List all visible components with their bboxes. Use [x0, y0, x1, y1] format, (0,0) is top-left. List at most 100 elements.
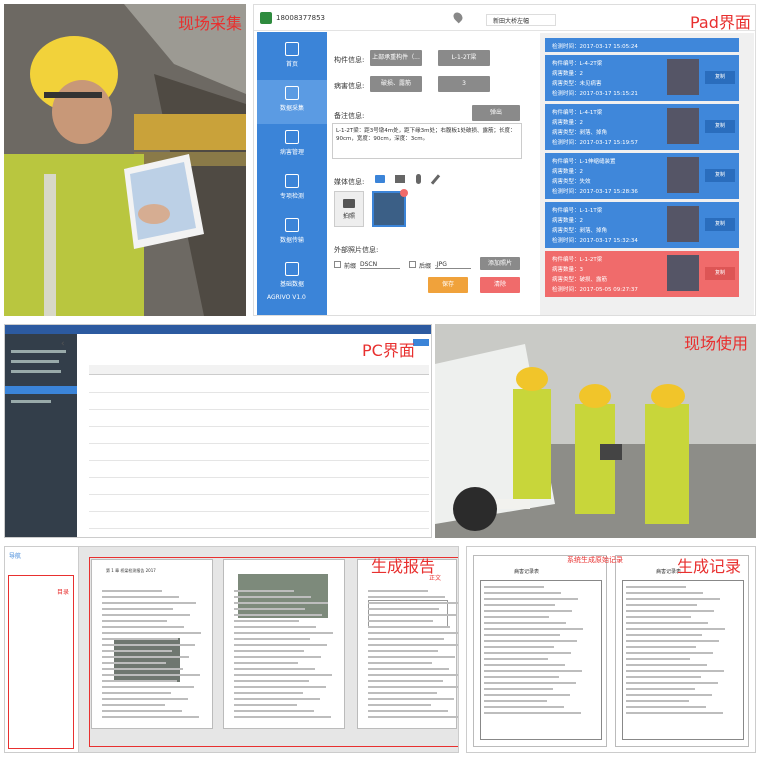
text-line [626, 700, 689, 702]
pc-search-button[interactable] [413, 339, 429, 346]
text-line [626, 592, 703, 594]
pc-sidebar [5, 334, 77, 537]
suffix-input[interactable]: .JPG [435, 261, 471, 269]
table-row[interactable] [89, 496, 429, 512]
book-icon [285, 174, 299, 188]
sidebar-item-transfer[interactable]: 数据传输 [257, 212, 327, 256]
text-line [484, 658, 548, 660]
record-card[interactable]: 构件编号：L-4-2T梁 病害数量：2 病害类型：未见病害 检测时间：2017-03-… [545, 55, 739, 101]
text-line [626, 610, 714, 612]
copy-button[interactable]: 复制 [705, 267, 735, 280]
app-version: AGRIVO V1.0 [267, 294, 306, 301]
sidebar-item-disease[interactable]: 病害管理 [257, 124, 327, 168]
add-photo-button[interactable]: 添加照片 [480, 257, 520, 270]
sidebar-item[interactable] [11, 350, 66, 353]
copy-button[interactable]: 复制 [705, 169, 735, 182]
record-thumbnail [667, 255, 699, 291]
external-photo-label: 外部照片信息: [334, 246, 379, 254]
suffix-label: 后缀 [419, 263, 432, 270]
text-line [484, 700, 547, 702]
save-button[interactable]: 保存 [428, 277, 468, 293]
caption-pad: Pad界面 [690, 13, 751, 32]
disease-count-select[interactable]: 3 [438, 76, 490, 92]
text-line [484, 604, 555, 606]
member-select[interactable]: L-1-2T梁 [438, 50, 490, 66]
text-line [626, 604, 697, 606]
table-row[interactable] [89, 428, 429, 444]
photo-thumbnail[interactable] [372, 189, 408, 227]
remark-popup-button[interactable]: 弹出 [472, 105, 520, 121]
text-line [626, 652, 713, 654]
sidebar-item-special[interactable]: 专项检测 [257, 168, 327, 212]
table-row[interactable] [89, 377, 429, 393]
caption-field-use: 现场使用 [683, 334, 748, 353]
prefix-checkbox[interactable] [334, 261, 341, 268]
brush-icon[interactable] [430, 174, 441, 185]
record-thumbnail [667, 157, 699, 193]
sidebar-item[interactable] [11, 370, 61, 373]
text-line [484, 664, 565, 666]
copy-button[interactable]: 复制 [705, 218, 735, 231]
engineers-roadside-photo [435, 324, 756, 538]
text-line [626, 586, 686, 588]
outline-title: 导航 [9, 553, 22, 560]
table-row[interactable] [89, 445, 429, 461]
cloud-upload-icon [285, 218, 299, 232]
text-line [626, 670, 724, 672]
record-title: 病害记录表 [514, 569, 540, 575]
video-icon[interactable] [395, 175, 405, 183]
text-line [484, 646, 554, 648]
disease-icon [285, 130, 299, 144]
sidebar-item-home[interactable]: 首页 [257, 36, 327, 80]
record-card[interactable]: 构件编号：L-1伸缩缝装置 病害数量：2 病害类型：失效 检测时间：2017-03-1… [545, 153, 739, 199]
camera-icon[interactable] [375, 175, 385, 183]
toc-label: 目录 [57, 589, 70, 596]
sidebar-item[interactable] [11, 360, 59, 363]
record-thumbnail [667, 59, 699, 95]
clear-button[interactable]: 清除 [480, 277, 520, 293]
location-select[interactable]: 新田大桥左幅 [486, 14, 556, 26]
media-label: 媒体信息: [334, 178, 365, 186]
component-select[interactable]: 上部承重构件（... [370, 50, 422, 66]
report-screen: 导航 目录 第 1 章 桥梁检测报告 2017 正文 生成报告 [4, 546, 459, 753]
component-label: 构件信息: [334, 56, 365, 64]
table-row[interactable] [89, 479, 429, 495]
table-row[interactable] [89, 411, 429, 427]
remark-textarea[interactable]: L-1-2T梁：距3号墩4m处，距下缘3m处；右腹板1处破损、露筋；长度：90c… [332, 123, 522, 159]
pad-topbar: 18008377853 新田大桥左幅 [254, 5, 755, 31]
table-header [89, 365, 429, 375]
record-page: 病害记录表 [615, 555, 749, 747]
copy-button[interactable]: 复制 [705, 120, 735, 133]
record-card-selected[interactable]: 构件编号：L-1-2T梁 病害数量：3 病害类型：破损、露筋 检测时间：2017-05… [545, 251, 739, 297]
text-line [484, 592, 561, 594]
table-row[interactable] [89, 513, 429, 529]
record-card[interactable]: 构件编号：L-1-1T梁 病害数量：2 病害类型：剥落、掉角 检测时间：2017-03… [545, 202, 739, 248]
text-line [626, 706, 706, 708]
table-row[interactable] [89, 462, 429, 478]
back-chevron-icon[interactable]: ‹ [61, 339, 65, 349]
database-icon [285, 262, 299, 276]
record-screen: 病害记录表 病害记录表 系统生成原始记录 生成记录 [466, 546, 756, 753]
field-use-photo: 现场使用 [435, 324, 756, 538]
suffix-checkbox[interactable] [409, 261, 416, 268]
photo-button[interactable]: 拍照 [334, 191, 364, 227]
camera-icon [343, 199, 355, 208]
copy-button[interactable]: 复制 [705, 71, 735, 84]
caption-pc: PC界面 [362, 341, 415, 360]
record-card[interactable]: 检测时间：2017-03-17 15:05:24 [545, 38, 739, 52]
prefix-input[interactable]: DSCN [360, 261, 400, 269]
delete-photo-icon[interactable] [400, 189, 408, 197]
text-line [626, 628, 725, 630]
pad-sidebar: 首页 数据采集 病害管理 专项检测 数据传输 基础数据 AGRIVO V1.0 [257, 32, 327, 315]
table-row[interactable] [89, 394, 429, 410]
record-card[interactable]: 构件编号：L-4-1T梁 病害数量：2 病害类型：剥落、掉角 检测时间：2017-03… [545, 104, 739, 150]
text-line [626, 664, 707, 666]
collect-icon [285, 86, 299, 100]
mic-icon[interactable] [416, 174, 421, 184]
sidebar-item[interactable] [11, 400, 51, 403]
sidebar-item-active[interactable] [5, 386, 77, 394]
sidebar-item-collect[interactable]: 数据采集 [257, 80, 327, 124]
record-page: 病害记录表 [473, 555, 607, 747]
text-line [484, 706, 564, 708]
disease-type-select[interactable]: 破损、露筋 [370, 76, 422, 92]
